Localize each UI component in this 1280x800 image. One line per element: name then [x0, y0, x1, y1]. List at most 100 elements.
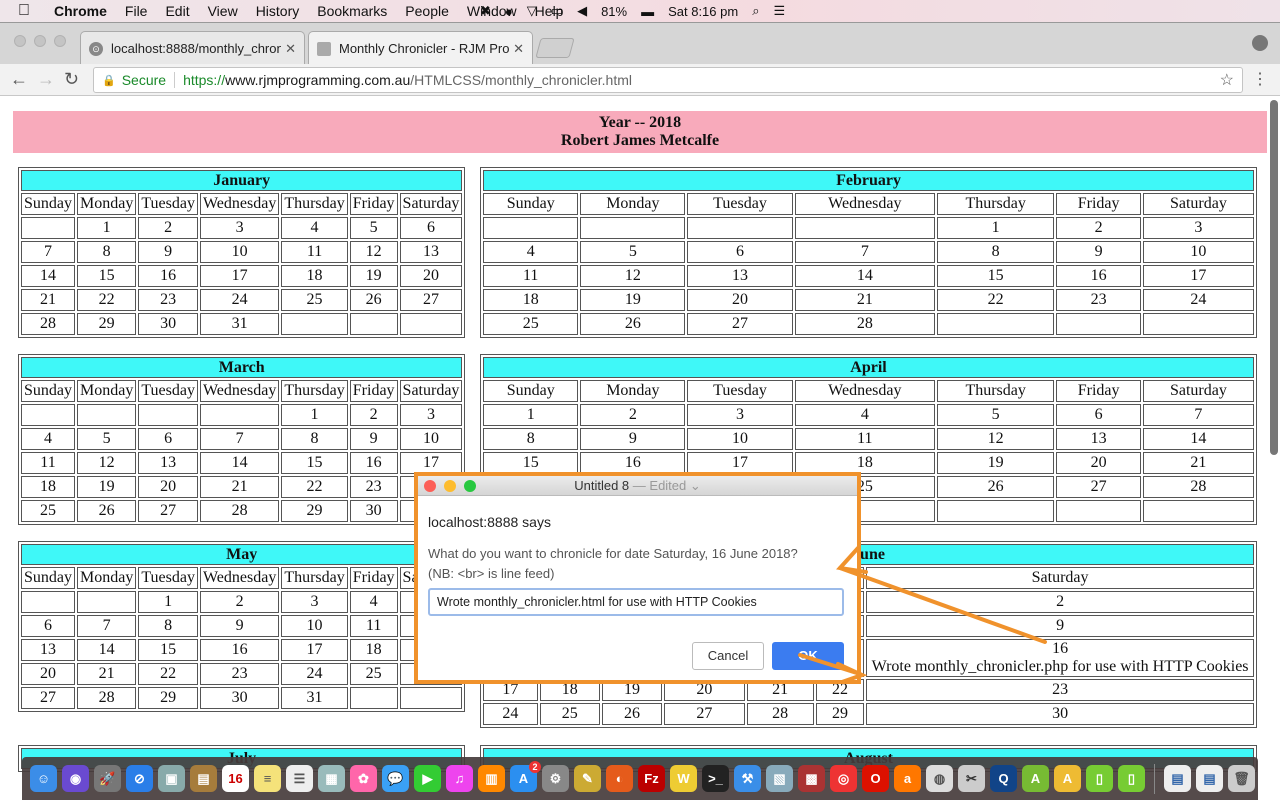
photo-booth-icon[interactable]: ▩ [798, 765, 825, 792]
app-store-icon[interactable]: A2 [510, 761, 541, 792]
back-icon[interactable]: ← [10, 69, 28, 90]
menu-bookmarks[interactable]: Bookmarks [317, 3, 387, 19]
airplay-icon[interactable]: ▭ [551, 3, 563, 19]
day-cell[interactable]: 23 [138, 289, 198, 311]
day-cell[interactable]: 11 [21, 452, 75, 474]
day-cell[interactable]: 17 [1142, 265, 1254, 287]
day-cell[interactable]: 20 [138, 476, 198, 498]
day-cell[interactable]: 12 [580, 265, 686, 287]
day-cell[interactable]: 11 [483, 265, 579, 287]
day-cell[interactable]: 3 [199, 217, 280, 239]
day-cell[interactable]: 17 [281, 639, 348, 661]
day-cell[interactable]: 10 [281, 615, 348, 637]
menu-app-name[interactable]: Chrome [54, 3, 107, 19]
day-cell[interactable]: 29 [815, 703, 865, 725]
day-cell[interactable]: 14 [21, 265, 75, 287]
day-cell[interactable]: 28 [1142, 476, 1254, 498]
day-cell[interactable]: 20 [1056, 452, 1141, 474]
day-cell[interactable]: 6 [21, 615, 75, 637]
wifi-icon[interactable]: ▽ [527, 3, 537, 19]
terminal-icon[interactable]: >_ [702, 765, 729, 792]
finder-icon[interactable]: ☺ [30, 765, 57, 792]
day-cell[interactable]: 9 [349, 428, 398, 450]
day-cell[interactable]: 30 [138, 313, 198, 335]
day-cell[interactable]: 12 [936, 428, 1055, 450]
itunes-icon[interactable]: ♫ [446, 765, 473, 792]
day-cell[interactable]: 23 [349, 476, 398, 498]
spotlight-search-icon[interactable]: ⌕ [752, 3, 759, 19]
day-cell[interactable]: 18 [483, 289, 579, 311]
wireshark-like-icon[interactable]: W [670, 765, 697, 792]
day-cell[interactable]: 21 [21, 289, 75, 311]
day-cell[interactable]: 25 [539, 703, 600, 725]
day-cell[interactable]: 4 [349, 591, 398, 613]
day-cell[interactable]: 4 [281, 217, 348, 239]
day-cell[interactable]: 31 [199, 313, 280, 335]
day-cell[interactable]: 23 [866, 679, 1254, 701]
new-tab-button[interactable] [535, 38, 575, 58]
day-cell[interactable]: 6 [399, 217, 463, 239]
filezilla-icon[interactable]: Fz [638, 765, 665, 792]
safari-icon[interactable]: ⊘ [126, 765, 153, 792]
day-cell[interactable]: 13 [138, 452, 198, 474]
day-cell[interactable]: 14 [77, 639, 137, 661]
minimize-window-button[interactable] [34, 35, 46, 47]
day-cell[interactable]: 7 [77, 615, 137, 637]
lock-icon[interactable]: 🔒 [102, 74, 116, 87]
menu-edit[interactable]: Edit [165, 3, 189, 19]
day-cell[interactable]: 26 [601, 703, 663, 725]
day-cell[interactable]: 1 [483, 404, 579, 426]
day-cell[interactable]: 27 [21, 687, 75, 709]
dialog-close-button[interactable] [424, 480, 436, 492]
day-cell[interactable]: 8 [77, 241, 137, 263]
avast-status-icon[interactable]: ✖ [480, 3, 491, 19]
cancel-button[interactable]: Cancel [692, 642, 764, 670]
day-cell[interactable]: 3 [281, 591, 348, 613]
chrome-icon[interactable]: ◎ [830, 765, 857, 792]
page-scrollbar[interactable] [1270, 100, 1278, 455]
menu-file[interactable]: File [125, 3, 148, 19]
day-cell[interactable]: 13 [21, 639, 75, 661]
day-cell[interactable]: 28 [199, 500, 280, 522]
day-cell[interactable]: 24 [483, 703, 538, 725]
day-cell[interactable]: 18 [349, 639, 398, 661]
reload-icon[interactable]: ↻ [64, 69, 79, 90]
day-cell[interactable]: 22 [936, 289, 1055, 311]
day-cell[interactable]: 11 [349, 615, 398, 637]
dialog-titlebar[interactable]: Untitled 8 — Edited ⌄ [418, 476, 857, 496]
dialog-minimize-button[interactable] [444, 480, 456, 492]
day-cell[interactable]: 16 [349, 452, 398, 474]
paintbrush-icon[interactable]: ✎ [574, 765, 601, 792]
day-cell[interactable]: 10 [1142, 241, 1254, 263]
day-cell[interactable]: 13 [1056, 428, 1141, 450]
day-cell[interactable]: 8 [936, 241, 1055, 263]
messages-icon[interactable]: 💬 [382, 765, 409, 792]
day-cell[interactable]: 27 [399, 289, 463, 311]
day-cell[interactable]: 5 [349, 217, 398, 239]
day-cell[interactable]: 1 [281, 404, 348, 426]
opera-icon[interactable]: O [862, 765, 889, 792]
day-cell[interactable]: 21 [1142, 452, 1254, 474]
siri-icon[interactable]: ◉ [62, 765, 89, 792]
genymotion-icon[interactable]: ▯ [1086, 765, 1113, 792]
day-cell[interactable]: 24 [199, 289, 280, 311]
firefox-icon[interactable]: ◐ [606, 765, 633, 792]
day-cell[interactable]: 24 [281, 663, 348, 685]
day-cell[interactable]: 9 [1056, 241, 1141, 263]
day-cell[interactable]: 27 [1056, 476, 1141, 498]
android-studio-icon[interactable]: A [1022, 765, 1049, 792]
day-cell[interactable]: 20 [21, 663, 75, 685]
day-cell[interactable]: 28 [21, 313, 75, 335]
day-cell[interactable]: 6 [1056, 404, 1141, 426]
notification-center-icon[interactable]: ☰ [773, 3, 785, 19]
day-cell[interactable]: 26 [936, 476, 1055, 498]
day-cell[interactable]: 18 [281, 265, 348, 287]
day-cell[interactable]: 30 [349, 500, 398, 522]
day-cell[interactable]: 29 [281, 500, 348, 522]
day-cell[interactable]: 7 [199, 428, 280, 450]
day-cell[interactable]: 19 [580, 289, 686, 311]
day-cell[interactable]: 19 [349, 265, 398, 287]
day-cell[interactable]: 12 [349, 241, 398, 263]
day-cell[interactable]: 1 [138, 591, 198, 613]
day-cell[interactable]: 9 [866, 615, 1254, 637]
